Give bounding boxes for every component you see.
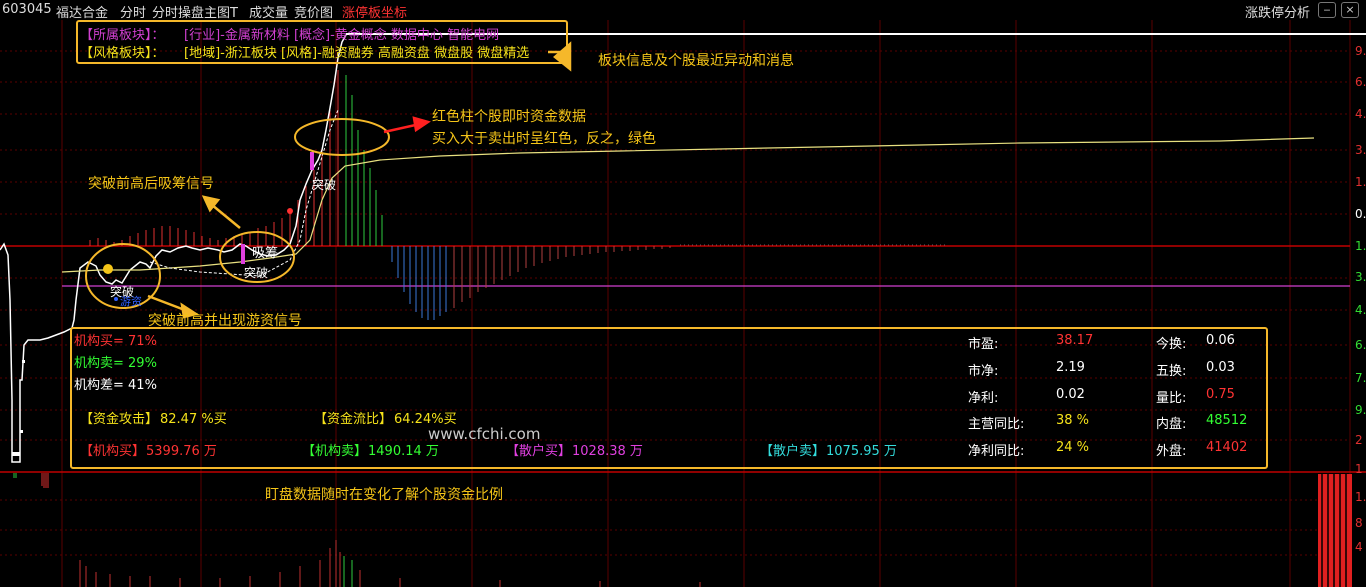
axis-label: 4. bbox=[1355, 107, 1366, 121]
inst-buy-value: 5399.76 万 bbox=[146, 444, 217, 459]
axis-label: 0. bbox=[1355, 207, 1366, 221]
stat-label: 五换: bbox=[1156, 364, 1187, 379]
stat-value: 0.75 bbox=[1206, 387, 1235, 402]
fund-attack-label: 【资金攻击】 bbox=[80, 412, 159, 427]
tab-auction[interactable]: 竞价图 bbox=[294, 2, 333, 21]
stat-label: 市盈: bbox=[968, 337, 999, 352]
axis-label: 3. bbox=[1355, 143, 1366, 157]
annotation-sector-info: 板块信息及个股最近异动和消息 bbox=[598, 53, 794, 69]
sector-value[interactable]: [行业]-金属新材料 [概念]-黄金概念 数据中心 智能电网 bbox=[184, 24, 499, 43]
axis-label: 4. bbox=[1355, 303, 1366, 317]
stock-name: 福达合金 bbox=[56, 6, 109, 21]
axis-label: 6. bbox=[1355, 338, 1366, 352]
stat-value: 38.17 bbox=[1056, 333, 1094, 348]
stat-label: 市净: bbox=[968, 364, 999, 379]
axis-label: 9. bbox=[1355, 44, 1366, 58]
axis-label: 9. bbox=[1355, 403, 1366, 417]
inst-buy-ratio: 机构买= 71% bbox=[74, 334, 157, 349]
style-value[interactable]: [地域]-浙江板块 [风格]-融资融券 高融资盘 微盘股 微盘精选 bbox=[184, 42, 529, 61]
axis-label: 7. bbox=[1355, 371, 1366, 385]
inst-buy-label: 【机构买】 bbox=[80, 444, 146, 459]
retail-sell-value: 1075.95 万 bbox=[826, 444, 897, 459]
stat-label: 量比: bbox=[1156, 391, 1187, 406]
signal-breakout-3: 突破 bbox=[312, 178, 337, 192]
tab-volume[interactable]: 成交量 bbox=[249, 2, 288, 21]
fund-attack-value: 82.47 %买 bbox=[160, 412, 227, 427]
stat-label: 净利: bbox=[968, 391, 999, 406]
sector-label: 【所属板块】： bbox=[80, 28, 165, 43]
stat-value: 0.03 bbox=[1206, 360, 1235, 375]
minimize-icon[interactable]: ‒ bbox=[1318, 2, 1336, 18]
tab-limit-board[interactable]: 涨停板坐标 bbox=[342, 2, 407, 21]
style-label: 【风格板块】： bbox=[80, 46, 165, 61]
fund-flow-label: 【资金流比】 bbox=[314, 412, 393, 427]
stat-value: 0.02 bbox=[1056, 387, 1085, 402]
stat-value: 48512 bbox=[1206, 413, 1248, 428]
intraday-chart bbox=[0, 20, 1366, 587]
axis-label: 1. bbox=[1355, 490, 1366, 504]
stat-label: 主营同比: bbox=[968, 417, 1025, 432]
stock-code: 603045 bbox=[2, 2, 52, 17]
stat-label: 外盘: bbox=[1156, 444, 1187, 459]
axis-label: 6. bbox=[1355, 75, 1366, 89]
stat-value: 2.19 bbox=[1056, 360, 1085, 375]
inst-sell-label: 【机构卖】 bbox=[302, 444, 368, 459]
limit-analysis-button[interactable]: 涨跌停分析 bbox=[1245, 2, 1310, 21]
stat-label: 净利同比: bbox=[968, 444, 1025, 459]
axis-label: 4 bbox=[1355, 540, 1363, 554]
retail-sell-label: 【散户卖】 bbox=[760, 444, 826, 459]
axis-label: 3. bbox=[1355, 270, 1366, 284]
axis-label: 2 bbox=[1355, 433, 1363, 447]
close-icon[interactable]: × bbox=[1341, 2, 1359, 18]
stat-value: 0.06 bbox=[1206, 333, 1235, 348]
stat-value: 41402 bbox=[1206, 440, 1248, 455]
top-bar: 603045 福达合金 分时 分时操盘主图T 成交量 竞价图 涨停板坐标 涨跌停… bbox=[0, 0, 1366, 21]
tab-main-chart[interactable]: 分时操盘主图T bbox=[152, 2, 238, 21]
annotation-red-bar-title: 红色柱个股即时资金数据 bbox=[432, 109, 586, 125]
retail-buy-value: 1028.38 万 bbox=[572, 444, 643, 459]
signal-breakout-2: 突破 bbox=[244, 266, 269, 280]
annotation-red-bar-desc: 买入大于卖出时呈红色，反之，绿色 bbox=[432, 131, 656, 147]
axis-label: 1. bbox=[1355, 239, 1366, 253]
stat-label: 今换: bbox=[1156, 337, 1187, 352]
annotation-bottom-note: 盯盘数据随时在变化了解个股资金比例 bbox=[265, 487, 503, 503]
stat-label: 内盘: bbox=[1156, 417, 1187, 432]
axis-label: 1 bbox=[1355, 462, 1363, 476]
signal-hot-money: 游资 bbox=[120, 295, 142, 308]
axis-label: 1. bbox=[1355, 175, 1366, 189]
annotation-breakout-absorb: 突破前高后吸筹信号 bbox=[88, 176, 214, 192]
stat-value: 38 % bbox=[1056, 413, 1090, 428]
tab-timeshare[interactable]: 分时 bbox=[120, 2, 146, 21]
inst-diff-ratio: 机构差= 41% bbox=[74, 378, 157, 393]
stat-value: 24 % bbox=[1056, 440, 1090, 455]
inst-sell-ratio: 机构卖= 29% bbox=[74, 356, 157, 371]
signal-absorb: 吸筹 bbox=[252, 246, 279, 261]
axis-label: 8 bbox=[1355, 516, 1363, 530]
watermark: www.cfchi.com bbox=[428, 425, 541, 443]
